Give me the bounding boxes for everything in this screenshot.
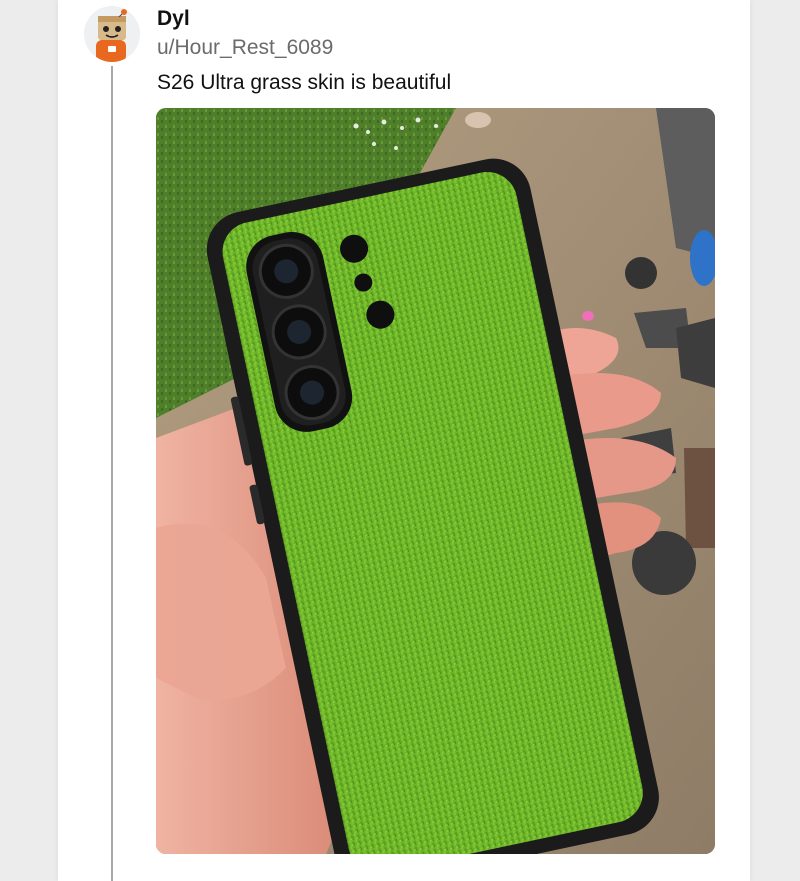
- phone-grass-photo: [156, 108, 715, 854]
- post-text: S26 Ultra grass skin is beautiful: [157, 71, 452, 94]
- username[interactable]: u/Hour_Rest_6089: [157, 36, 333, 60]
- reddit-snoo-avatar-icon: [84, 6, 140, 62]
- thread-line: [111, 66, 113, 881]
- display-name[interactable]: Dyl: [157, 7, 190, 31]
- avatar[interactable]: [84, 6, 140, 62]
- post-image[interactable]: [156, 108, 715, 854]
